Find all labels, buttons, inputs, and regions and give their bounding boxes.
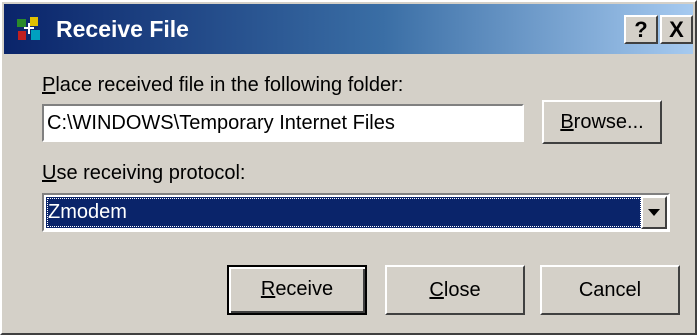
protocol-selected-value[interactable]: Zmodem — [46, 197, 642, 228]
close-button[interactable]: Close — [385, 265, 525, 315]
dropdown-button[interactable] — [641, 196, 667, 229]
browse-accel: B — [560, 111, 574, 133]
help-button[interactable]: ? — [624, 15, 658, 44]
folder-label-accel: P — [42, 74, 56, 96]
close-accel: C — [429, 279, 444, 301]
receive-button[interactable]: Receive — [227, 265, 367, 315]
folder-label-text: lace received file in the following fold… — [55, 74, 404, 96]
receive-accel: R — [260, 278, 276, 300]
receive-file-dialog: Receive File ? X Place received file in … — [0, 0, 697, 335]
cancel-button[interactable]: Cancel — [540, 265, 680, 315]
close-window-button[interactable]: X — [660, 15, 693, 44]
browse-label: rowse... — [573, 111, 644, 133]
chevron-down-icon — [648, 209, 660, 216]
protocol-label-accel: U — [42, 162, 57, 184]
protocol-select[interactable]: Zmodem — [42, 193, 670, 232]
folder-input[interactable]: C:\WINDOWS\Temporary Internet Files — [42, 104, 524, 142]
browse-button[interactable]: Browse... — [542, 100, 662, 144]
protocol-label-text: se receiving protocol: — [56, 162, 246, 184]
hyperterminal-icon — [17, 17, 40, 40]
protocol-label: Use receiving protocol: — [42, 160, 245, 186]
window-title: Receive File — [56, 16, 189, 42]
title-bar[interactable]: Receive File ? X — [4, 4, 693, 54]
folder-label: Place received file in the following fol… — [42, 72, 403, 98]
close-label: lose — [443, 279, 481, 301]
receive-label: eceive — [275, 278, 334, 300]
